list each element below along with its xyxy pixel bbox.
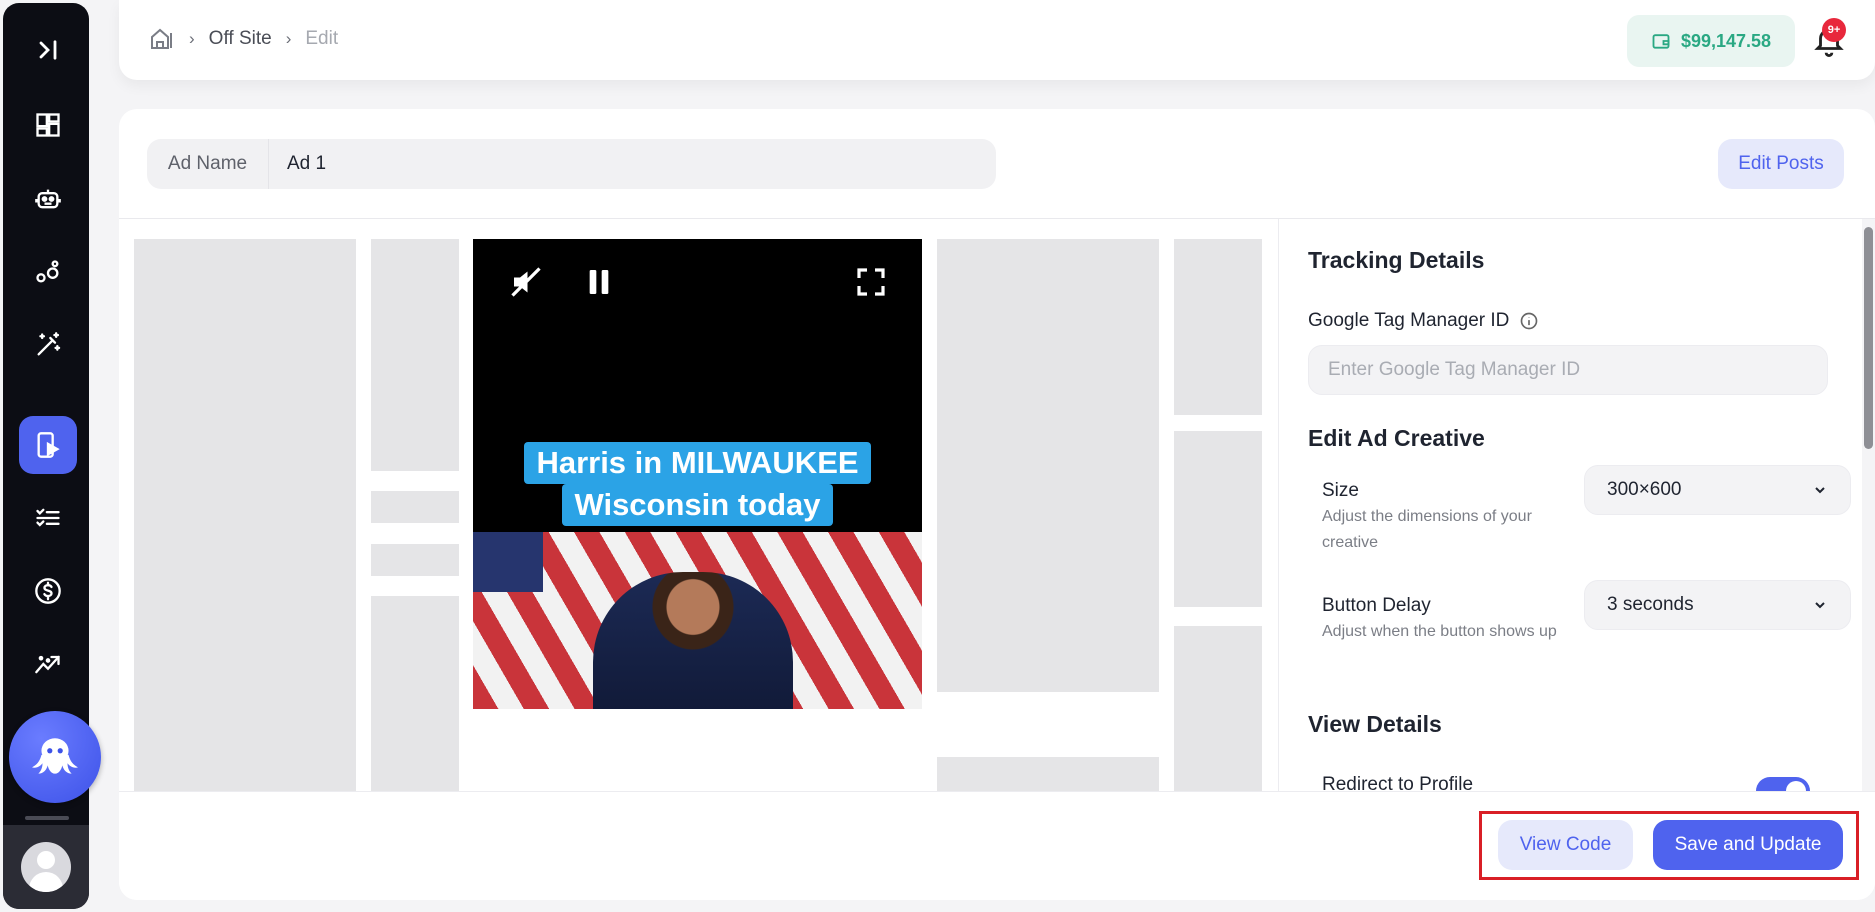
breadcrumb-edit: Edit xyxy=(305,28,339,49)
edit-posts-button[interactable]: Edit Posts xyxy=(1718,139,1844,189)
button-delay-value: 3 seconds xyxy=(1607,594,1694,615)
size-label: Size xyxy=(1322,480,1359,501)
redirect-toggle[interactable] xyxy=(1756,777,1810,791)
gtm-label-text: Google Tag Manager ID xyxy=(1308,310,1510,331)
size-select[interactable]: 300×600 xyxy=(1584,465,1851,515)
video-frame-image xyxy=(473,532,922,709)
wallet-balance[interactable]: $99,147.58 xyxy=(1627,15,1795,67)
editor-panel: Ad Name Ad 1 Edit Posts Harris in MILWAU… xyxy=(119,109,1875,900)
placeholder-block xyxy=(134,239,356,791)
octopus-assistant-icon[interactable] xyxy=(9,711,101,803)
mute-icon[interactable] xyxy=(508,264,544,300)
settings-scrollbar[interactable] xyxy=(1862,219,1875,791)
placeholder-block xyxy=(1174,239,1262,415)
caption-line-1: Harris in MILWAUKEE xyxy=(524,442,871,484)
placeholder-block xyxy=(371,491,459,523)
robot-icon[interactable] xyxy=(19,170,77,228)
expand-sidebar-icon[interactable] xyxy=(19,21,77,79)
info-icon[interactable] xyxy=(1519,311,1539,331)
fullscreen-icon[interactable] xyxy=(855,266,887,298)
home-icon[interactable] xyxy=(149,26,175,52)
magic-wand-icon[interactable] xyxy=(19,316,77,374)
placeholder-block xyxy=(937,239,1159,692)
breadcrumb: › Off Site › Edit xyxy=(149,26,338,52)
dashboard-icon[interactable] xyxy=(19,96,77,154)
redirect-label: Redirect to Profile xyxy=(1322,774,1474,791)
chevron-down-icon xyxy=(1815,602,1825,609)
button-delay-description: Adjust when the button shows up xyxy=(1322,623,1557,640)
gtm-id-input[interactable] xyxy=(1308,345,1828,395)
pause-icon[interactable] xyxy=(583,266,615,298)
top-header: › Off Site › Edit $99,147.58 9+ xyxy=(119,0,1875,80)
breadcrumb-separator: › xyxy=(285,29,292,48)
caption-line-2: Wisconsin today xyxy=(562,484,833,526)
edit-ad-creative-heading: Edit Ad Creative xyxy=(1308,425,1485,451)
highlight-box xyxy=(1479,811,1859,880)
nodes-icon[interactable] xyxy=(19,243,77,301)
placeholder-block xyxy=(371,596,459,791)
video-player[interactable]: Harris in MILWAUKEE Wisconsin today xyxy=(473,239,922,709)
user-menu[interactable] xyxy=(3,825,89,909)
analytics-icon[interactable] xyxy=(19,635,77,693)
button-delay-select[interactable]: 3 seconds xyxy=(1584,580,1851,630)
placeholder-block xyxy=(937,757,1159,791)
ad-name-label: Ad Name xyxy=(147,139,269,189)
ad-name-input[interactable]: Ad 1 xyxy=(269,139,996,189)
settings-panel: Tracking Details Google Tag Manager ID E… xyxy=(1278,219,1875,791)
tracking-details-heading: Tracking Details xyxy=(1308,247,1485,273)
button-delay-label: Button Delay xyxy=(1322,595,1431,616)
video-caption: Harris in MILWAUKEE Wisconsin today xyxy=(473,442,922,526)
checklist-icon[interactable] xyxy=(19,489,77,547)
placeholder-block xyxy=(371,544,459,576)
ad-name-field[interactable]: Ad Name Ad 1 xyxy=(147,139,996,189)
placeholder-block xyxy=(1174,431,1262,607)
wallet-icon xyxy=(1652,34,1670,49)
size-select-value: 300×600 xyxy=(1607,479,1682,500)
breadcrumb-separator: › xyxy=(189,29,195,48)
breadcrumb-off-site[interactable]: Off Site xyxy=(209,28,272,50)
placeholder-block xyxy=(371,239,459,471)
size-description: Adjust the dimensions of your creative xyxy=(1322,508,1532,551)
placeholder-block xyxy=(1174,626,1262,791)
notification-badge: 9+ xyxy=(1822,18,1846,42)
ad-preview: Harris in MILWAUKEE Wisconsin today xyxy=(119,219,1278,791)
gtm-label: Google Tag Manager ID xyxy=(1308,310,1539,332)
view-details-heading: View Details xyxy=(1308,711,1442,737)
chevron-down-icon xyxy=(1815,487,1825,494)
mobile-video-icon[interactable] xyxy=(19,416,77,474)
wallet-amount: $99,147.58 xyxy=(1680,30,1772,51)
avatar[interactable] xyxy=(21,842,71,892)
sidebar-divider xyxy=(25,816,69,820)
dollar-icon[interactable] xyxy=(19,562,77,620)
